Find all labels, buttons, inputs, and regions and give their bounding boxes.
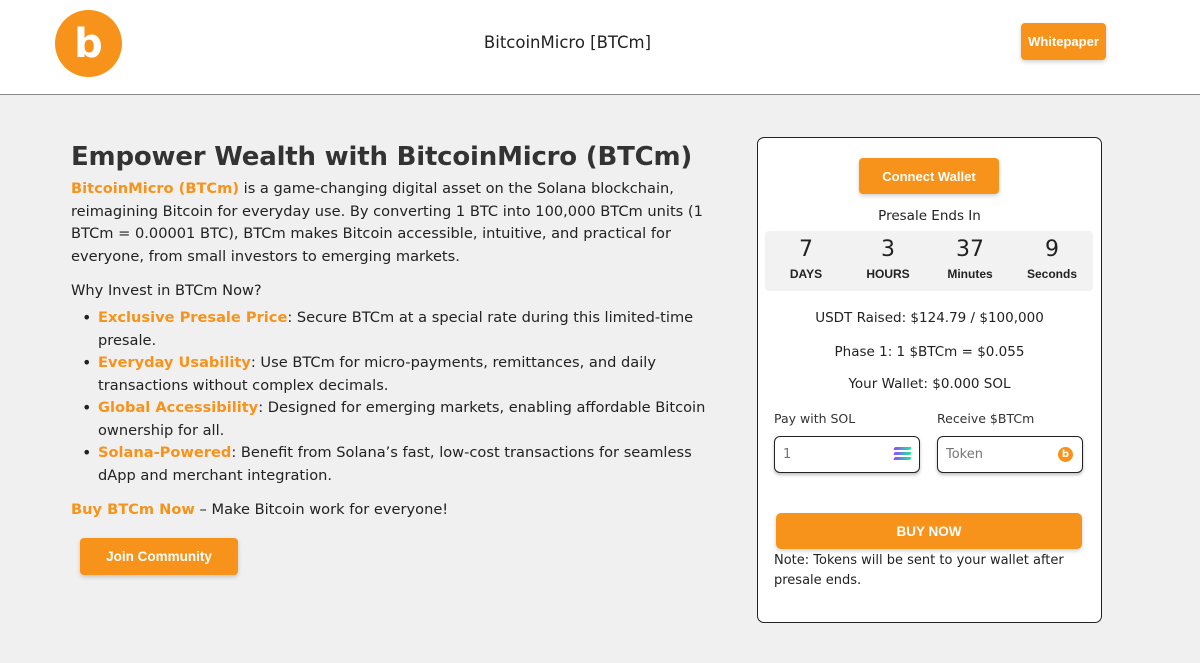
presale-card: Connect Wallet Presale Ends In 7 DAYS 3 … [757,137,1102,623]
hero-section: Empower Wealth with BitcoinMicro (BTCm) … [71,140,711,521]
countdown-unit: DAYS [789,267,823,281]
pay-sol-input[interactable] [783,447,895,462]
btcm-token-icon: b [1058,447,1073,462]
wallet-balance-text: Your Wallet: $0.000 SOL [848,376,1011,392]
pay-with-sol-label: Pay with SOL [774,411,856,426]
phase-price-text: Phase 1: 1 $BTCm = $0.055 [834,344,1025,360]
countdown-value: 3 [881,237,895,262]
benefit-title: Everyday Usability [98,354,251,372]
site-title: BitcoinMicro [BTCm] [483,33,652,52]
join-community-button[interactable]: Join Community [80,538,238,575]
benefit-title: Solana-Powered [98,444,232,462]
benefit-item: Exclusive Presale Price: Secure BTCm at … [79,307,711,352]
benefits-list: Exclusive Presale Price: Secure BTCm at … [71,307,711,487]
countdown-seconds: 9 Seconds [1011,231,1093,291]
benefit-item: Everyday Usability: Use BTCm for micro-p… [79,352,711,397]
countdown-timer: 7 DAYS 3 HOURS 37 Minutes 9 Seconds [765,231,1093,291]
countdown-hours: 3 HOURS [847,231,929,291]
whitepaper-button[interactable]: Whitepaper [1021,23,1106,60]
countdown-unit: Minutes [947,267,993,281]
benefit-title: Exclusive Presale Price [98,309,288,327]
top-nav-bar: b BitcoinMicro [BTCm] Whitepaper [0,0,1200,95]
benefit-item: Solana-Powered: Benefit from Solana’s fa… [79,442,711,487]
countdown-value: 37 [956,237,984,262]
benefit-item: Global Accessibility: Designed for emerg… [79,397,711,442]
cta-line: Buy BTCm Now – Make Bitcoin work for eve… [71,499,711,521]
connect-wallet-button[interactable]: Connect Wallet [859,158,999,194]
pay-sol-field[interactable] [774,436,920,473]
countdown-value: 9 [1045,237,1059,262]
usdt-raised-text: USDT Raised: $124.79 / $100,000 [815,310,1044,326]
receive-btcm-field[interactable]: b [937,436,1083,473]
buy-btcm-now-link[interactable]: Buy BTCm Now [71,501,195,518]
countdown-unit: HOURS [866,267,910,281]
receive-btcm-label: Receive $BTCm [937,411,1035,426]
why-invest-heading: Why Invest in BTCm Now? [71,282,262,300]
receive-token-input[interactable] [946,447,1058,462]
presale-ends-label: Presale Ends In [878,208,981,224]
countdown-days: 7 DAYS [765,231,847,291]
solana-icon [893,447,912,462]
intro-paragraph: BitcoinMicro (BTCm) is a game-changing d… [71,178,711,268]
countdown-value: 7 [799,237,813,262]
intro-brand-name: BitcoinMicro (BTCm) [71,180,239,197]
countdown-unit: Seconds [1026,267,1077,281]
benefit-title: Global Accessibility [98,399,259,417]
tokens-note: Note: Tokens will be sent to your wallet… [774,553,1064,588]
buy-now-button[interactable]: BUY NOW [776,513,1082,549]
countdown-minutes: 37 Minutes [929,231,1011,291]
page-headline: Empower Wealth with BitcoinMicro (BTCm) [71,142,693,172]
cta-text: – Make Bitcoin work for everyone! [194,501,449,519]
